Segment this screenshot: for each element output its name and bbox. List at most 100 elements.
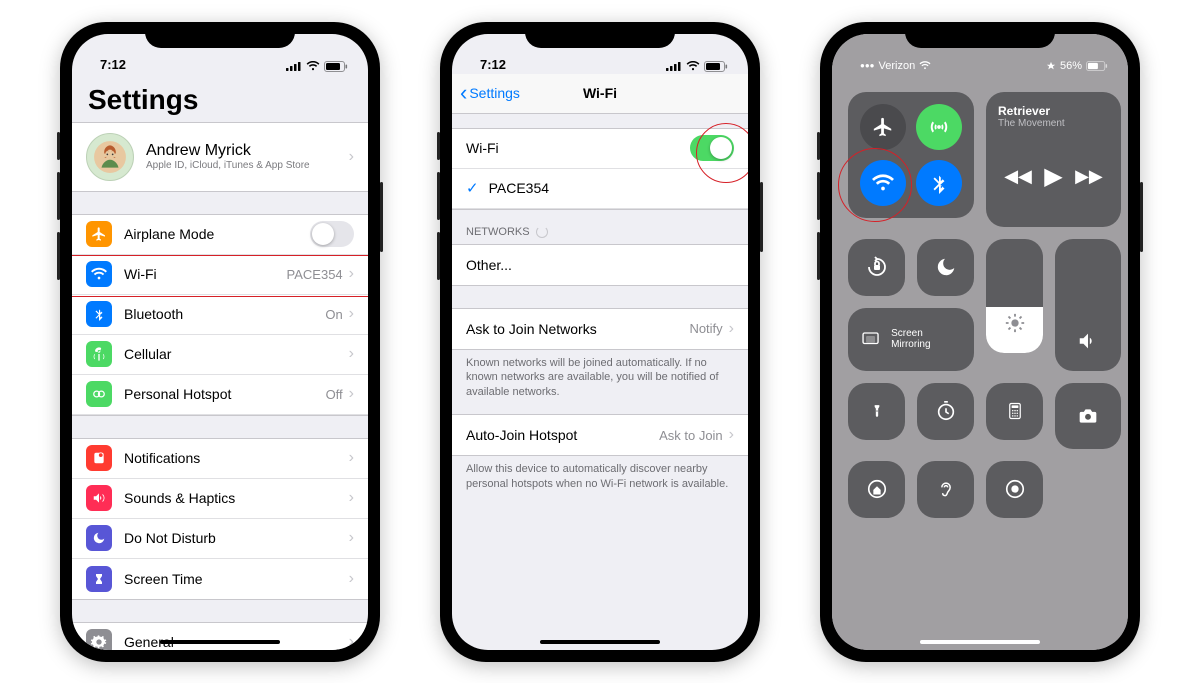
other-network-row[interactable]: Other...: [452, 245, 748, 285]
status-right: 56%: [1046, 60, 1108, 72]
wifi-row[interactable]: Wi-Fi PACE354 ›: [72, 255, 368, 295]
screentime-row[interactable]: Screen Time ›: [72, 559, 368, 599]
home-button[interactable]: [848, 461, 905, 518]
back-label: Settings: [469, 85, 520, 101]
connected-network-row[interactable]: ✓ PACE354: [452, 169, 748, 209]
home-indicator[interactable]: [920, 640, 1040, 644]
chevron-right-icon: ›: [349, 633, 354, 650]
media-title: Retriever: [998, 104, 1109, 118]
flashlight-button[interactable]: [848, 383, 905, 440]
airplane-mode-row[interactable]: Airplane Mode: [72, 215, 368, 255]
network-name: PACE354: [489, 180, 734, 196]
airplane-toggle[interactable]: [860, 104, 906, 150]
timer-button[interactable]: [917, 383, 974, 440]
auto-join-hotspot-row[interactable]: Auto-Join Hotspot Ask to Join ›: [452, 415, 748, 455]
notifications-row[interactable]: Notifications ›: [72, 439, 368, 479]
row-value: Notify: [689, 321, 722, 336]
bluetooth-row[interactable]: Bluetooth On ›: [72, 295, 368, 335]
hearing-button[interactable]: [917, 461, 974, 518]
nav-bar: ‹ Settings Wi-Fi: [452, 74, 748, 114]
row-label: Cellular: [124, 346, 349, 362]
row-label: Auto-Join Hotspot: [466, 427, 659, 443]
screen-record-button[interactable]: [986, 461, 1043, 518]
location-icon: [1046, 61, 1056, 71]
row-label: Other...: [466, 257, 734, 273]
control-center[interactable]: Retriever The Movement ◀◀ ▶ ▶▶: [832, 34, 1128, 650]
settings-header: Settings: [72, 74, 368, 122]
home-indicator[interactable]: [160, 640, 280, 644]
row-label: Personal Hotspot: [124, 386, 326, 402]
connectivity-module[interactable]: [848, 92, 974, 218]
back-button[interactable]: ‹ Settings: [460, 74, 520, 113]
auto-hotspot-footer: Allow this device to automatically disco…: [452, 456, 748, 492]
battery-icon: [324, 61, 348, 72]
status-bar: ●●● Verizon 56%: [832, 34, 1128, 74]
avatar: [86, 133, 134, 181]
camera-button[interactable]: [1055, 383, 1121, 449]
orientation-lock-button[interactable]: [848, 239, 905, 296]
cellular-toggle[interactable]: [916, 104, 962, 150]
chevron-right-icon: ›: [349, 529, 354, 547]
prev-track-button[interactable]: ◀◀: [1004, 166, 1032, 187]
moon-icon: [86, 525, 112, 551]
ask-to-join-row[interactable]: Ask to Join Networks Notify ›: [452, 309, 748, 349]
media-artist: The Movement: [998, 118, 1109, 129]
airplane-toggle[interactable]: [310, 221, 354, 247]
home-indicator[interactable]: [540, 640, 660, 644]
wifi-icon: [86, 261, 112, 287]
phone-settings: 7:12 Settings An: [60, 22, 380, 662]
speaker-icon: [1077, 330, 1099, 357]
hourglass-icon: [86, 566, 112, 592]
status-carrier: ●●● Verizon: [860, 60, 931, 72]
ask-join-footer: Known networks will be joined automatica…: [452, 350, 748, 401]
chevron-right-icon: ›: [349, 265, 354, 283]
wifi-toggle[interactable]: [690, 135, 734, 161]
screen-mirroring-icon: [860, 330, 881, 348]
chevron-right-icon: ›: [729, 320, 734, 338]
account-subtitle: Apple ID, iCloud, iTunes & App Store: [146, 160, 349, 171]
volume-slider[interactable]: [1055, 239, 1121, 371]
row-label: Wi-Fi: [466, 140, 690, 156]
next-track-button[interactable]: ▶▶: [1075, 166, 1103, 187]
notifications-icon: [86, 445, 112, 471]
row-label: Airplane Mode: [124, 226, 310, 242]
nav-title: Wi-Fi: [583, 85, 617, 101]
row-value: Ask to Join: [659, 428, 723, 443]
calculator-button[interactable]: [986, 383, 1043, 440]
chevron-right-icon: ›: [349, 305, 354, 323]
media-module[interactable]: Retriever The Movement ◀◀ ▶ ▶▶: [986, 92, 1121, 227]
sounds-row[interactable]: Sounds & Haptics ›: [72, 479, 368, 519]
play-button[interactable]: ▶: [1044, 162, 1062, 191]
dnd-button[interactable]: [917, 239, 974, 296]
brightness-slider[interactable]: [986, 239, 1043, 353]
apple-id-row[interactable]: Andrew Myrick Apple ID, iCloud, iTunes &…: [72, 123, 368, 191]
wifi-toggle[interactable]: [860, 160, 906, 206]
dnd-row[interactable]: Do Not Disturb ›: [72, 519, 368, 559]
chevron-right-icon: ›: [349, 489, 354, 507]
chevron-right-icon: ›: [349, 449, 354, 467]
battery-icon: [704, 61, 728, 72]
cellular-row[interactable]: Cellular ›: [72, 335, 368, 375]
cellular-icon: [86, 341, 112, 367]
bluetooth-icon: [86, 301, 112, 327]
row-label: Screen Time: [124, 571, 349, 587]
row-label: Notifications: [124, 450, 349, 466]
row-label: Bluetooth: [124, 306, 325, 322]
row-value: PACE354: [287, 267, 343, 282]
row-value: Off: [326, 387, 343, 402]
row-label: Ask to Join Networks: [466, 321, 689, 337]
hotspot-icon: [86, 381, 112, 407]
spinner-icon: [536, 226, 548, 238]
chevron-right-icon: ›: [729, 426, 734, 444]
screen-mirroring-label: Screen Mirroring: [891, 328, 962, 350]
status-time: 7:12: [100, 57, 126, 72]
screen-mirroring-button[interactable]: Screen Mirroring: [848, 308, 974, 371]
wifi-toggle-row[interactable]: Wi-Fi: [452, 129, 748, 169]
hotspot-row[interactable]: Personal Hotspot Off ›: [72, 375, 368, 415]
sounds-icon: [86, 485, 112, 511]
bluetooth-toggle[interactable]: [916, 160, 962, 206]
signal-icon: [286, 61, 302, 71]
general-row[interactable]: General ›: [72, 623, 368, 650]
wifi-status-icon: [686, 61, 700, 71]
signal-icon: [666, 61, 682, 71]
